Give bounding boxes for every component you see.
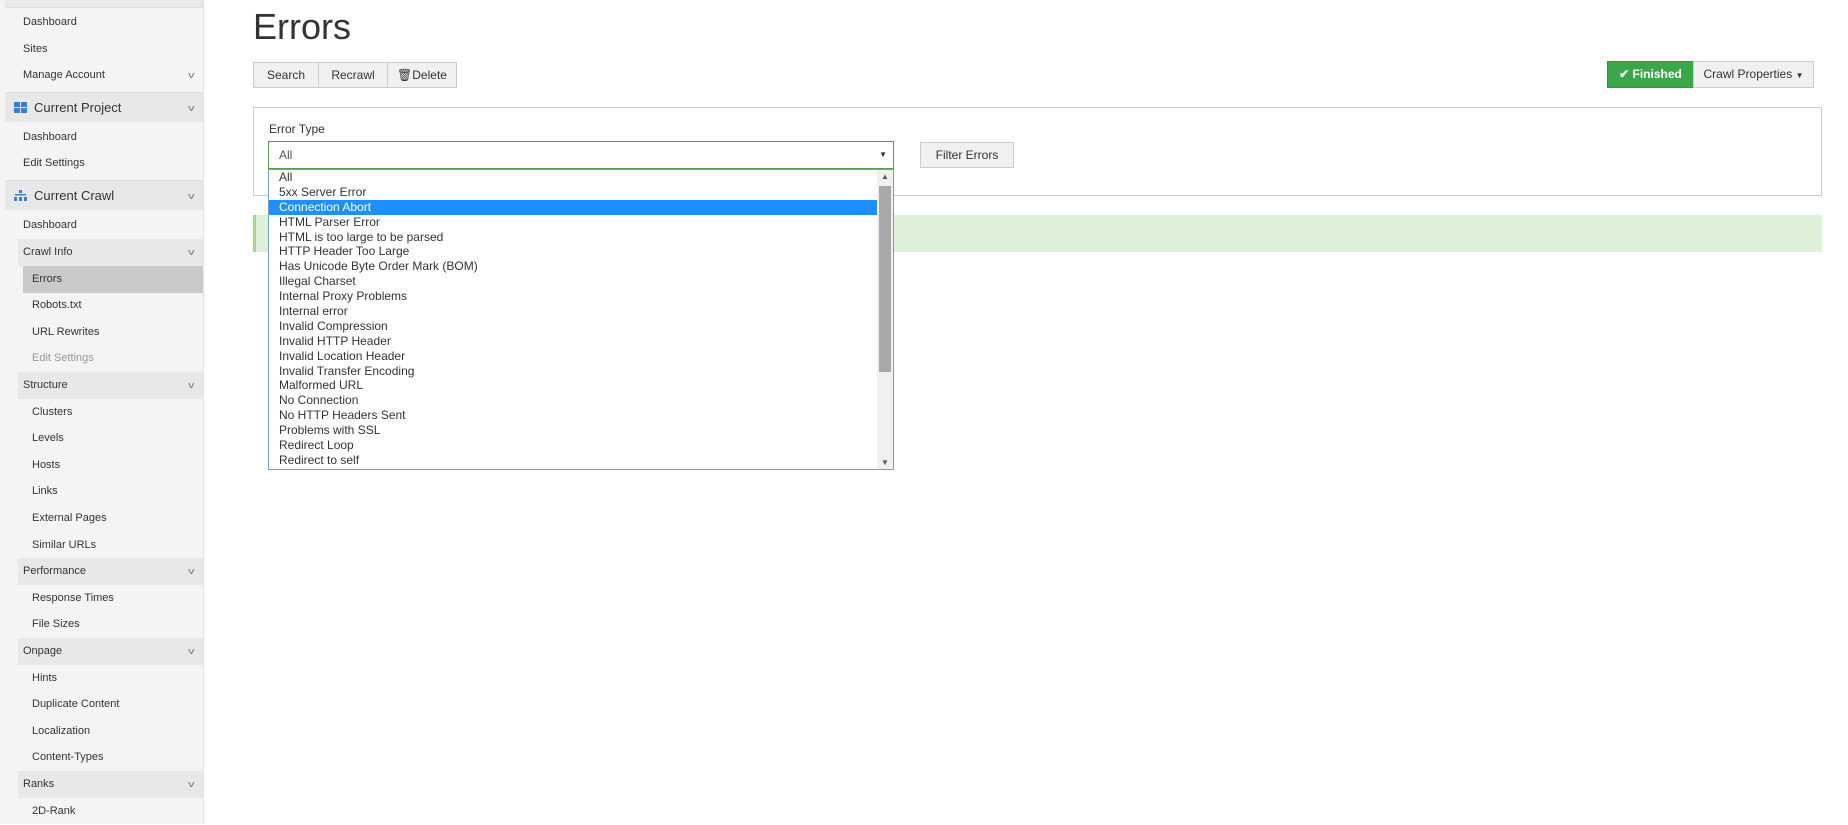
sidebar-item-dashboard[interactable]: Dashboard (5, 9, 203, 36)
option-item[interactable]: Connection Abort (269, 199, 877, 215)
sidebar-item-manage-account[interactable]: Manage Account v (5, 62, 203, 89)
sitemap-icon (14, 190, 27, 201)
trash-icon: 🗑 (397, 68, 413, 82)
label: Ranks (23, 778, 55, 790)
sidebar-section-current-project[interactable]: Current Project v (5, 92, 203, 122)
recrawl-button[interactable]: Recrawl (318, 62, 388, 88)
sidebar-item-clusters[interactable]: Clusters (18, 399, 203, 426)
label: Performance (23, 565, 86, 578)
sidebar-item-similar-urls[interactable]: Similar URLs (18, 532, 203, 559)
crawl-properties-dropdown[interactable]: Crawl Properties ▼ (1693, 61, 1814, 88)
option-item[interactable]: Internal Proxy Problems (269, 289, 877, 304)
error-type-select[interactable]: All ▼ (268, 141, 894, 169)
filter-errors-button[interactable]: Filter Errors (920, 142, 1014, 168)
option-item[interactable]: 5xx Server Error (269, 185, 877, 200)
option-item[interactable]: HTML is too large to be parsed (269, 230, 877, 245)
option-item[interactable]: Malformed URL (269, 378, 877, 393)
chevron-down-icon: v (187, 566, 194, 577)
sidebar-item-levels[interactable]: Levels (18, 425, 203, 452)
sidebar-item-links[interactable]: Links (18, 478, 203, 505)
selected-value: All (279, 148, 293, 162)
sidebar: Dashboard Sites Manage Account v Current … (0, 0, 204, 824)
chevron-down-icon: v (187, 779, 194, 789)
label: Finished (1632, 67, 1682, 81)
option-item[interactable]: Redirect to self (269, 453, 877, 468)
caret-down-icon: ▼ (879, 150, 887, 159)
scroll-down-icon[interactable]: ▼ (877, 458, 893, 467)
sidebar-item-hints[interactable]: Hints (18, 665, 203, 692)
chevron-down-icon: v (187, 646, 194, 656)
sidebar-item-crawl-dashboard[interactable]: Dashboard (5, 212, 203, 239)
chevron-down-icon: v (187, 191, 194, 201)
status-badge-finished[interactable]: ✔ Finished (1607, 61, 1694, 88)
chevron-down-icon: v (187, 380, 194, 390)
label: Onpage (23, 645, 63, 657)
option-item[interactable]: Illegal Charset (269, 274, 877, 289)
sidebar-item-project-edit-settings[interactable]: Edit Settings (5, 150, 203, 177)
sidebar-header (5, 0, 203, 8)
delete-button[interactable]: 🗑Delete (387, 62, 457, 88)
sidebar-item-hosts[interactable]: Hosts (18, 452, 203, 479)
label: Current Project (34, 100, 122, 115)
sidebar-item-response-times[interactable]: Response Times (18, 585, 203, 612)
label: Crawl Properties (1703, 67, 1793, 81)
sidebar-item-external-pages[interactable]: External Pages (18, 505, 203, 532)
option-item[interactable]: Invalid Compression (269, 319, 877, 334)
option-item[interactable]: No Connection (269, 393, 877, 408)
search-button[interactable]: Search (253, 62, 319, 88)
sidebar-item-edit-settings[interactable]: Edit Settings (18, 345, 203, 372)
option-item[interactable]: All (269, 170, 877, 185)
option-item[interactable]: Redirect Loop (269, 438, 877, 453)
option-item[interactable]: Invalid Location Header (269, 349, 877, 364)
sidebar-item-sites[interactable]: Sites (5, 36, 203, 63)
sidebar-item-project-dashboard[interactable]: Dashboard (5, 124, 203, 151)
label: Structure (23, 379, 68, 391)
sidebar-section-current-crawl[interactable]: Current Crawl v (5, 180, 203, 210)
chevron-down-icon: v (187, 247, 194, 257)
sidebar-group-crawl-info[interactable]: Crawl Info v (18, 239, 203, 266)
option-item[interactable]: Invalid HTTP Header (269, 334, 877, 349)
grid-icon (14, 102, 27, 113)
sidebar-group-performance[interactable]: Performance v (18, 558, 203, 586)
label: Delete (412, 68, 447, 82)
sidebar-item-2d-rank[interactable]: 2D-Rank (18, 798, 203, 825)
label: Current Crawl (34, 188, 115, 203)
chevron-down-icon: v (187, 103, 194, 113)
caret-down-icon: ▼ (1795, 71, 1804, 80)
page-title: Errors (253, 6, 351, 47)
chevron-down-icon: v (187, 70, 194, 80)
label: Crawl Info (23, 246, 73, 258)
option-item[interactable]: Invalid Transfer Encoding (269, 364, 877, 379)
sidebar-group-ranks[interactable]: Ranks v (18, 771, 203, 798)
sidebar-group-structure[interactable]: Structure v (18, 372, 203, 399)
sidebar-item-localization[interactable]: Localization (18, 718, 203, 745)
option-item[interactable]: Has Unicode Byte Order Mark (BOM) (269, 259, 877, 274)
scroll-up-icon[interactable]: ▲ (877, 172, 893, 181)
option-item[interactable]: Internal error (269, 304, 877, 319)
check-icon: ✔ (1619, 67, 1633, 81)
label: Manage Account (23, 69, 105, 81)
sidebar-item-url-rewrites[interactable]: URL Rewrites (18, 319, 203, 346)
sidebar-group-onpage[interactable]: Onpage v (18, 638, 203, 665)
sidebar-item-duplicate-content[interactable]: Duplicate Content (18, 691, 203, 718)
option-item[interactable]: HTML Parser Error (269, 215, 877, 230)
error-type-label: Error Type (269, 122, 325, 136)
sidebar-item-file-sizes[interactable]: File Sizes (18, 611, 203, 638)
scrollbar[interactable]: ▲ ▼ (877, 170, 893, 469)
sidebar-item-content-types[interactable]: Content-Types (18, 744, 203, 771)
option-item[interactable]: No HTTP Headers Sent (269, 408, 877, 423)
option-item[interactable]: Problems with SSL (269, 423, 877, 438)
sidebar-item-errors[interactable]: Errors (23, 265, 203, 293)
option-item[interactable]: HTTP Header Too Large (269, 244, 877, 259)
sidebar-item-robots-txt[interactable]: Robots.txt (18, 292, 203, 319)
scrollbar-thumb[interactable] (879, 186, 891, 372)
error-type-options[interactable]: All 5xx Server Error Connection Abort HTML … (268, 169, 894, 470)
